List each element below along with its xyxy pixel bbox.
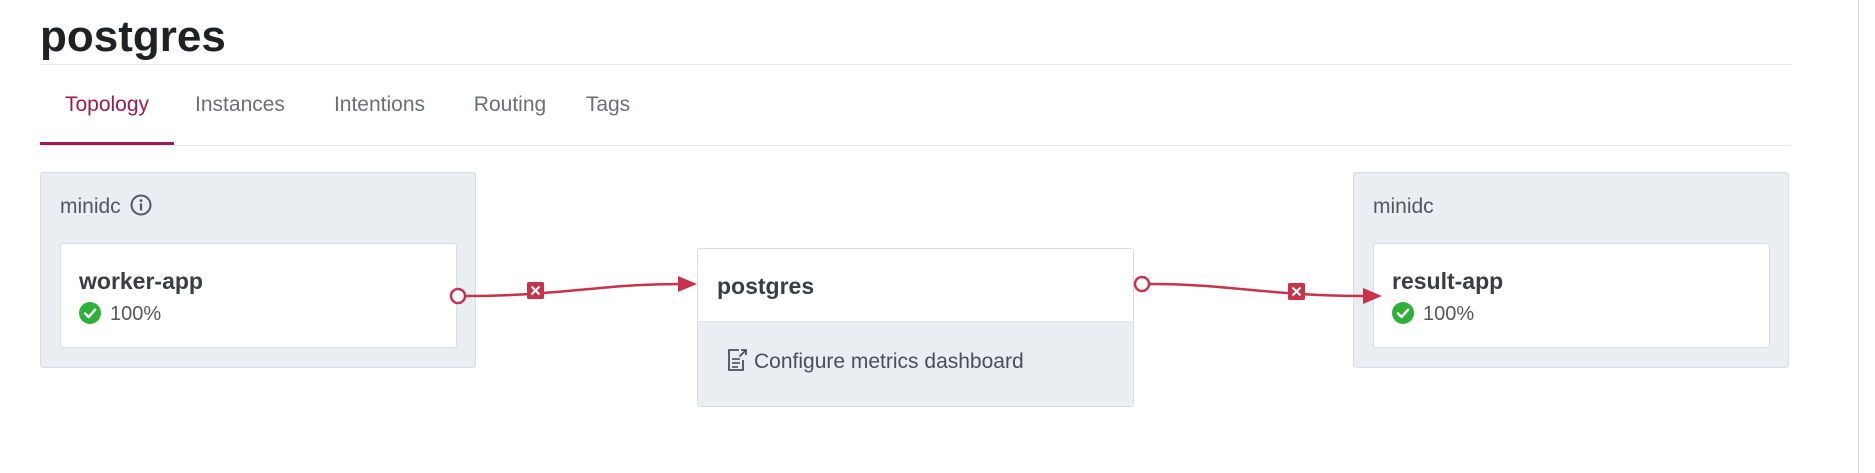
- connector-origin-icon: [449, 287, 467, 305]
- upstream-connector-line[interactable]: [464, 282, 681, 298]
- deny-x-icon[interactable]: [527, 282, 544, 299]
- downstream-connector-line[interactable]: [1149, 282, 1365, 298]
- deny-x-icon[interactable]: [1288, 283, 1305, 300]
- arrowhead-icon: [678, 276, 697, 292]
- page-scrollbar-edge: [1858, 0, 1859, 473]
- connector-origin-icon: [1133, 275, 1151, 293]
- arrowhead-icon: [1363, 288, 1382, 304]
- topology-connectors: [449, 275, 1382, 305]
